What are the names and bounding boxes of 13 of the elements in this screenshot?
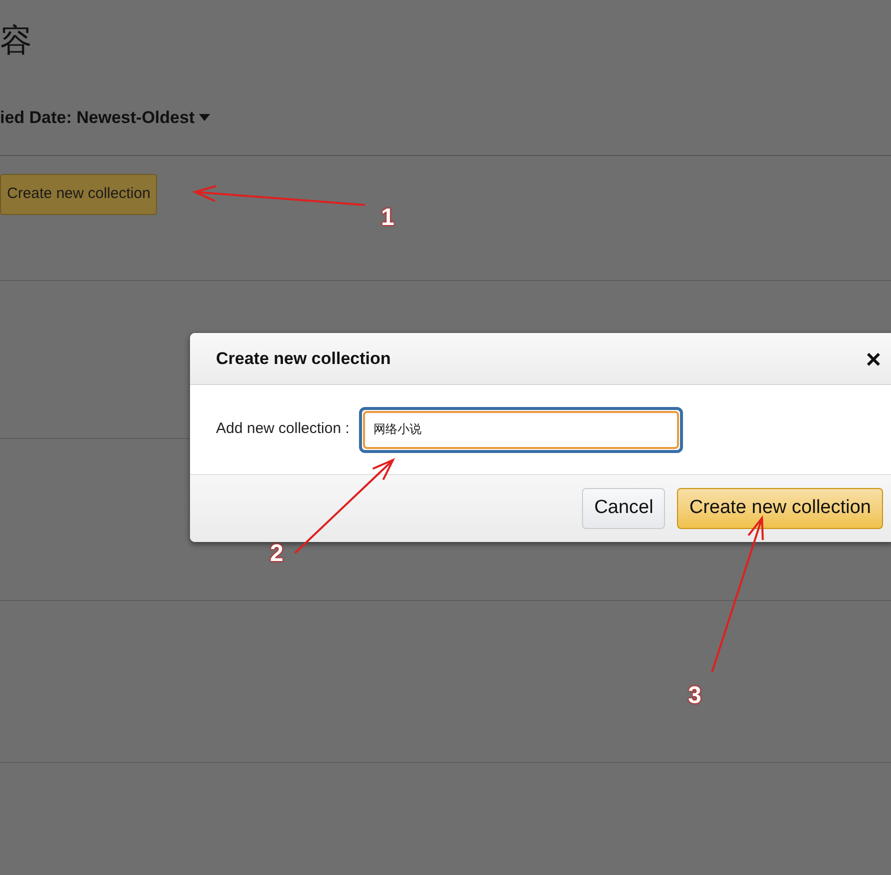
cancel-button[interactable]: Cancel (582, 488, 666, 529)
annotation-number: 2 (270, 539, 284, 569)
annotation-number: 1 (381, 203, 394, 233)
close-button[interactable]: × (866, 346, 881, 372)
annotation-number: 3 (688, 681, 702, 711)
collection-name-field[interactable]: 网络小说 (359, 406, 684, 452)
create-collection-button[interactable]: Create new collection (0, 174, 158, 215)
page-heading: 容 (0, 21, 32, 60)
caret-icon (198, 114, 210, 121)
field-label: Add new collection : (216, 419, 350, 440)
sort-dropdown[interactable]: ied Date: Newest-Oldest (0, 104, 210, 130)
dialog-title: Create new collection (216, 348, 391, 370)
create-button[interactable]: Create new collection (677, 488, 883, 529)
